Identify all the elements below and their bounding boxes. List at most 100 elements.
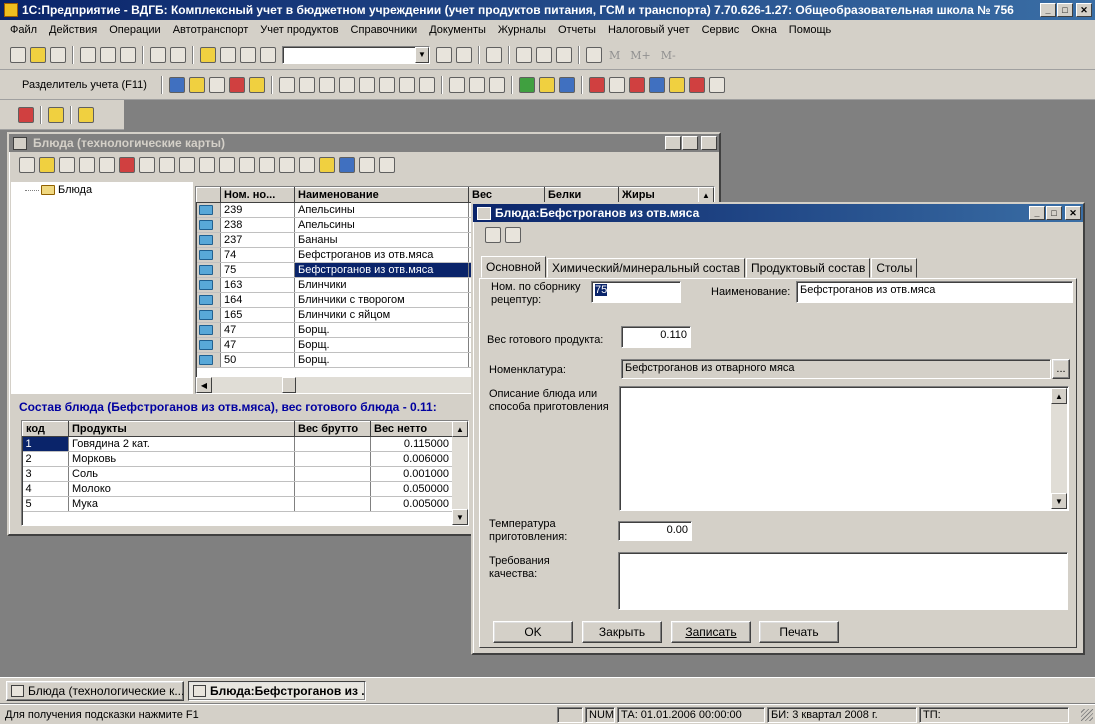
recipe-number-field[interactable]: 75 bbox=[591, 281, 681, 303]
memory-button[interactable]: M bbox=[609, 49, 620, 62]
menu-file[interactable]: Файл bbox=[4, 24, 43, 36]
scroll-up-icon[interactable]: ▲ bbox=[1051, 388, 1067, 404]
person-icon[interactable] bbox=[688, 77, 705, 93]
whats-this-icon[interactable] bbox=[379, 157, 395, 173]
open-icon[interactable] bbox=[30, 47, 46, 63]
task-dishes-window[interactable]: Блюда (технологические к... bbox=[6, 681, 184, 701]
menu-actions[interactable]: Действия bbox=[43, 24, 103, 36]
tree-item[interactable]: Блюда bbox=[11, 182, 193, 196]
nomenclature-select-button[interactable]: ... bbox=[1052, 359, 1070, 379]
menu-tax[interactable]: Налоговый учет bbox=[602, 24, 696, 36]
find-icon[interactable] bbox=[260, 47, 276, 63]
family-icon[interactable] bbox=[708, 77, 725, 93]
properties-icon[interactable] bbox=[200, 47, 216, 63]
note-icon[interactable] bbox=[398, 77, 415, 93]
scroll-left-icon[interactable]: ◀ bbox=[196, 377, 212, 393]
save-icon[interactable] bbox=[50, 47, 66, 63]
globe-icon[interactable] bbox=[518, 77, 535, 93]
maximize-button[interactable]: □ bbox=[1046, 206, 1062, 220]
list-icon[interactable] bbox=[208, 77, 225, 93]
minimize-button[interactable]: _ bbox=[1029, 206, 1045, 220]
vertical-scrollbar[interactable]: ▲ ▼ bbox=[452, 421, 468, 525]
description-textarea[interactable] bbox=[619, 386, 1069, 511]
column-header[interactable]: Продукты bbox=[68, 421, 295, 437]
hierarchy-icon[interactable] bbox=[199, 157, 215, 173]
palette-icon[interactable] bbox=[538, 77, 555, 93]
tab-products[interactable]: Продуктовый состав bbox=[745, 258, 871, 278]
task-dish-form[interactable]: Блюда:Бефстроганов из ... bbox=[188, 681, 366, 701]
copy-icon[interactable] bbox=[100, 47, 116, 63]
scroll-down-icon[interactable]: ▼ bbox=[452, 509, 468, 525]
minimize-button[interactable]: _ bbox=[1040, 3, 1056, 17]
menu-help[interactable]: Помощь bbox=[783, 24, 838, 36]
nomenclature-field[interactable]: Бефстроганов из отварного мяса bbox=[621, 359, 1051, 379]
level-down-icon[interactable] bbox=[179, 157, 195, 173]
truck-icon[interactable] bbox=[608, 77, 625, 93]
filter-icon[interactable] bbox=[248, 77, 265, 93]
table-row[interactable]: 2 Морковь 0.006000 bbox=[22, 451, 453, 467]
history-icon[interactable] bbox=[279, 157, 295, 173]
search-icon[interactable] bbox=[79, 157, 95, 173]
menu-food-accounting[interactable]: Учет продуктов bbox=[254, 24, 344, 36]
save-button[interactable]: Записать bbox=[671, 621, 751, 643]
menu-operations[interactable]: Операции bbox=[103, 24, 166, 36]
document-icon[interactable] bbox=[378, 77, 395, 93]
dk-icon[interactable] bbox=[228, 77, 245, 93]
paste-icon[interactable] bbox=[120, 47, 136, 63]
tree-icon[interactable] bbox=[319, 157, 335, 173]
sheet-icon[interactable] bbox=[298, 77, 315, 93]
menu-catalogs[interactable]: Справочники bbox=[345, 24, 424, 36]
table-row[interactable]: 5 Мука 0.005000 bbox=[22, 496, 453, 512]
move-icon[interactable] bbox=[139, 157, 155, 173]
column-header[interactable]: Ном. но... bbox=[220, 187, 295, 203]
column-header[interactable]: Жиры bbox=[618, 187, 707, 203]
column-header[interactable]: код bbox=[22, 421, 69, 437]
maximize-button[interactable]: □ bbox=[682, 136, 698, 150]
column-header[interactable]: Вес нетто bbox=[370, 421, 453, 437]
chart-icon[interactable] bbox=[168, 77, 185, 93]
close-button[interactable]: ✕ bbox=[1076, 3, 1092, 17]
calculator-icon[interactable] bbox=[516, 47, 532, 63]
book-icon[interactable] bbox=[586, 47, 602, 63]
rko-icon[interactable] bbox=[488, 77, 505, 93]
car-icon[interactable] bbox=[78, 107, 94, 123]
ok-button[interactable]: OK bbox=[493, 621, 573, 643]
new-row-icon[interactable] bbox=[19, 157, 35, 173]
memory-subtract-button[interactable]: M- bbox=[661, 49, 676, 62]
menu-documents[interactable]: Документы bbox=[423, 24, 492, 36]
column-header[interactable]: Наименование bbox=[294, 187, 469, 203]
scroll-up-icon[interactable]: ▲ bbox=[698, 187, 714, 203]
menu-autotransport[interactable]: Автотранспорт bbox=[167, 24, 255, 36]
close-button[interactable]: ✕ bbox=[1065, 206, 1081, 220]
bank-icon[interactable] bbox=[588, 77, 605, 93]
redo-icon[interactable] bbox=[240, 47, 256, 63]
temperature-field[interactable]: 0.00 bbox=[618, 521, 692, 541]
whats-this-icon[interactable] bbox=[505, 227, 521, 243]
edit-icon[interactable] bbox=[59, 157, 75, 173]
minimize-button[interactable]: _ bbox=[665, 136, 681, 150]
copy-row-icon[interactable] bbox=[99, 157, 115, 173]
grid-icon[interactable] bbox=[318, 77, 335, 93]
scroll-thumb[interactable] bbox=[282, 377, 296, 393]
tab-chemical[interactable]: Химический/минеральный состав bbox=[547, 258, 745, 278]
memory-add-button[interactable]: M+ bbox=[630, 49, 650, 62]
tab-tables[interactable]: Столы bbox=[871, 258, 918, 278]
mmat-icon[interactable] bbox=[448, 77, 465, 93]
cut-icon[interactable] bbox=[80, 47, 96, 63]
card-icon[interactable] bbox=[628, 77, 645, 93]
quality-textarea[interactable] bbox=[618, 552, 1068, 610]
vertical-scrollbar[interactable]: ▲ ▼ bbox=[1051, 388, 1067, 509]
table-row-selected[interactable]: 1 Говядина 2 кат. 0.115000 bbox=[22, 436, 453, 452]
menu-reports[interactable]: Отчеты bbox=[552, 24, 602, 36]
help-icon[interactable] bbox=[359, 157, 375, 173]
new-folder-icon[interactable] bbox=[39, 157, 55, 173]
column-header[interactable]: Вес bbox=[468, 187, 545, 203]
sort-icon[interactable] bbox=[219, 157, 235, 173]
delete-icon[interactable] bbox=[119, 157, 135, 173]
people-icon[interactable] bbox=[648, 77, 665, 93]
table-row[interactable]: 3 Соль 0.001000 bbox=[22, 466, 453, 482]
compass-icon[interactable] bbox=[558, 77, 575, 93]
calendar-icon[interactable] bbox=[536, 47, 552, 63]
box-icon[interactable] bbox=[188, 77, 205, 93]
resize-grip-icon[interactable] bbox=[1081, 709, 1093, 721]
